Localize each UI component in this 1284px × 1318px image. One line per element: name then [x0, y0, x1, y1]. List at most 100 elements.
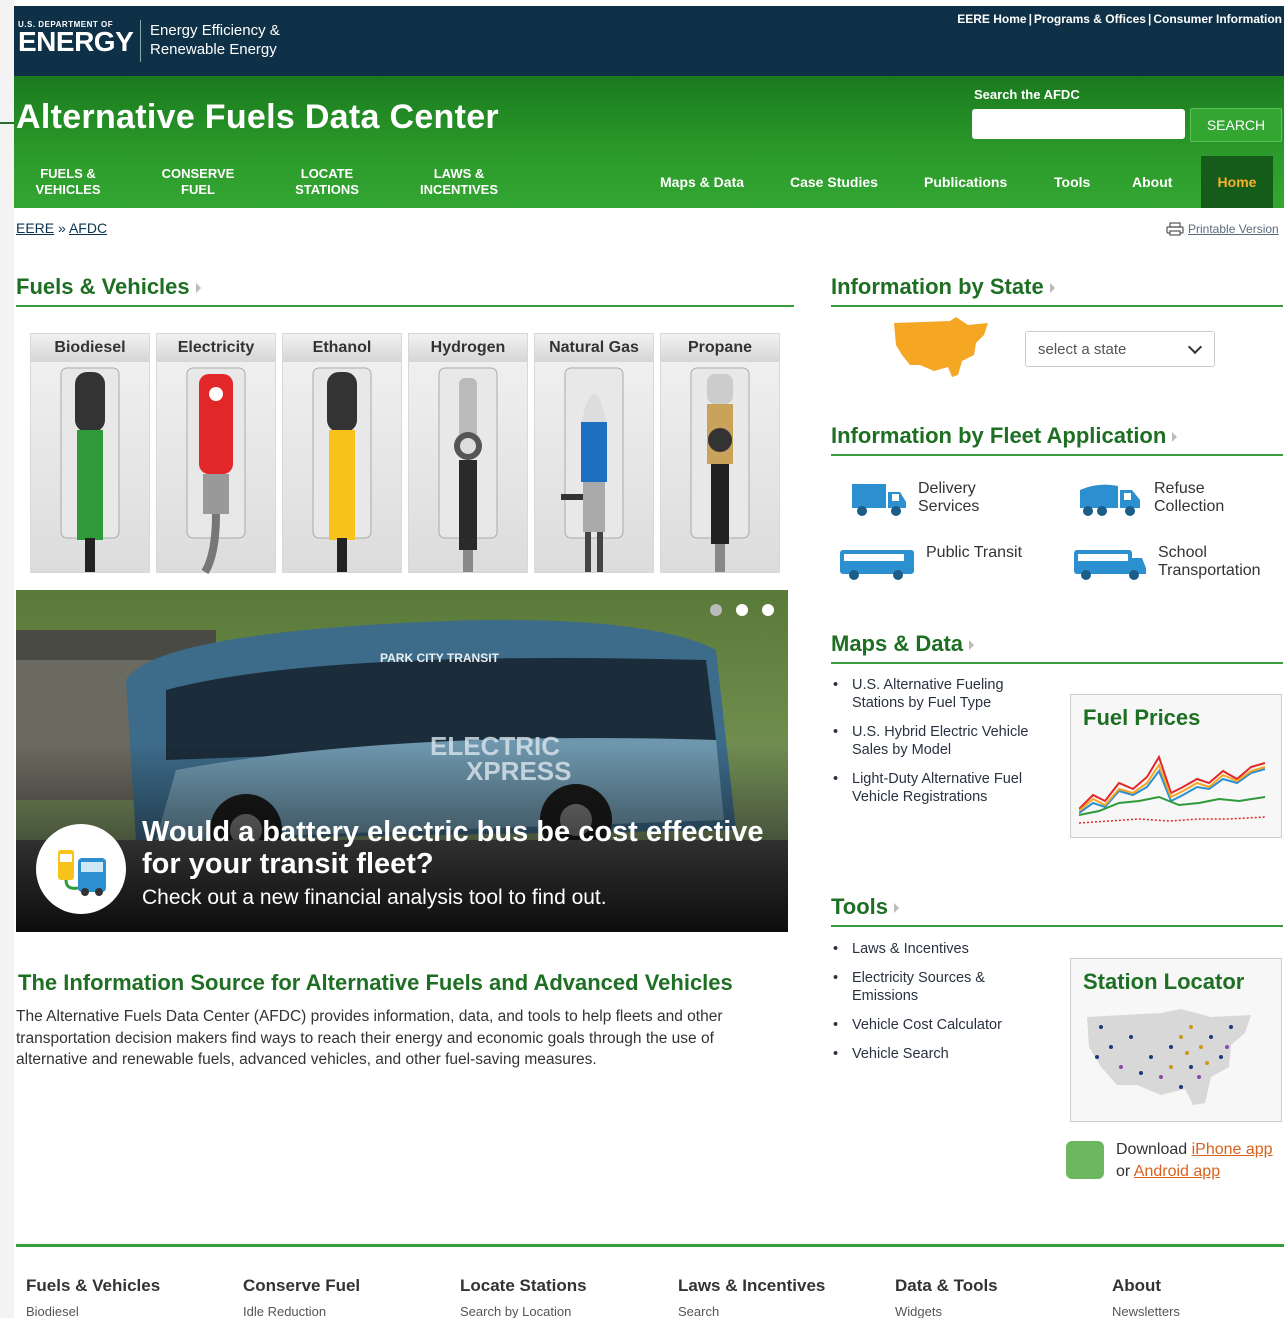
- doe-logo[interactable]: U.S. DEPARTMENT OF ENERGY: [18, 20, 134, 56]
- fuel-tile-natural-gas[interactable]: Natural Gas: [534, 333, 654, 573]
- footer-col-about: About Newsletters: [1112, 1276, 1180, 1318]
- ethanol-nozzle-icon: [312, 367, 372, 572]
- nav-locate-stations[interactable]: LOCATE STATIONS: [288, 166, 366, 198]
- footer-col-fuels-vehicles: Fuels & Vehicles Biodiesel: [26, 1276, 161, 1318]
- station-map-thumbnail: [1087, 1009, 1251, 1105]
- arrow-right-icon: [1172, 432, 1178, 443]
- electricity-plug-icon: [186, 367, 246, 574]
- hero-subtext: Check out a new financial analysis tool …: [142, 886, 607, 909]
- hydrogen-nozzle-icon: [438, 367, 498, 572]
- breadcrumb: EERE » AFDC: [16, 220, 107, 236]
- search-button[interactable]: SEARCH: [1190, 108, 1282, 142]
- list-item[interactable]: Laws & Incentives: [830, 940, 1060, 958]
- tools-heading[interactable]: Tools: [831, 894, 1283, 927]
- fleet-delivery-link[interactable]: Delivery Services: [850, 480, 979, 518]
- site-header: Alternative Fuels Data Center Search the…: [14, 76, 1284, 208]
- search-label: Search the AFDC: [974, 87, 1080, 102]
- school-bus-icon: [1074, 550, 1146, 580]
- printer-icon: [1166, 222, 1184, 236]
- nav-case-studies[interactable]: Case Studies: [790, 174, 878, 190]
- chevron-down-icon: [1187, 339, 1203, 355]
- us-map-icon[interactable]: [890, 315, 994, 383]
- hero-carousel[interactable]: PARK CITY TRANSIT ELECTRIC XPRESS Would …: [16, 590, 788, 932]
- nav-publications[interactable]: Publications: [924, 174, 1007, 190]
- consumer-info-link[interactable]: Consumer Information: [1153, 12, 1282, 26]
- station-locator-card[interactable]: Station Locator: [1070, 958, 1282, 1122]
- eere-home-link[interactable]: EERE Home: [957, 12, 1026, 26]
- station-locator-app-icon[interactable]: [1066, 1141, 1104, 1179]
- bus-charger-icon: [36, 824, 126, 914]
- electric-bus-photo: PARK CITY TRANSIT ELECTRIC XPRESS: [16, 590, 788, 932]
- footer-col-data-tools: Data & Tools Widgets: [895, 1276, 998, 1318]
- arrow-right-icon: [969, 640, 975, 651]
- hero-headline[interactable]: Would a battery electric bus be cost eff…: [142, 816, 764, 880]
- maps-data-heading[interactable]: Maps & Data: [831, 631, 1283, 664]
- fuel-prices-thumbnail: [1079, 754, 1266, 824]
- programs-offices-link[interactable]: Programs & Offices: [1034, 12, 1146, 26]
- breadcrumb-afdc[interactable]: AFDC: [69, 220, 107, 236]
- nav-home[interactable]: Home: [1201, 156, 1273, 208]
- breadcrumb-separator: »: [58, 220, 66, 236]
- list-item[interactable]: Vehicle Search: [830, 1045, 1060, 1063]
- intro-heading: The Information Source for Alternative F…: [18, 970, 733, 995]
- fleet-public-transit-link[interactable]: Public Transit: [838, 544, 1022, 582]
- footer-col-locate-stations: Locate Stations Search by Location: [460, 1276, 587, 1318]
- info-by-state-heading[interactable]: Information by State: [831, 274, 1283, 307]
- list-item[interactable]: Light-Duty Alternative FuelVehicle Regis…: [830, 770, 1060, 806]
- intro-paragraph: The Alternative Fuels Data Center (AFDC)…: [16, 1008, 723, 1068]
- nav-conserve-fuel[interactable]: CONSERVE FUEL: [154, 166, 242, 198]
- biodiesel-nozzle-icon: [60, 367, 120, 572]
- eere-logo[interactable]: Energy Efficiency & Renewable Energy: [150, 21, 280, 59]
- fleet-refuse-link[interactable]: Refuse Collection: [1078, 480, 1224, 518]
- arrow-right-icon: [894, 903, 900, 914]
- fuel-tile-biodiesel[interactable]: Biodiesel: [30, 333, 150, 573]
- bus-brand-text: PARK CITY TRANSIT: [380, 651, 500, 665]
- agency-bar: U.S. DEPARTMENT OF ENERGY Energy Efficie…: [14, 6, 1284, 76]
- logo-divider: [140, 20, 141, 62]
- nav-maps-data[interactable]: Maps & Data: [660, 174, 744, 190]
- nav-about[interactable]: About: [1132, 174, 1172, 190]
- list-item[interactable]: Vehicle Cost Calculator: [830, 1016, 1060, 1034]
- carousel-dots: [710, 604, 774, 616]
- android-app-link[interactable]: Android app: [1134, 1163, 1220, 1180]
- delivery-truck-icon: [852, 484, 906, 516]
- transit-bus-icon: [840, 550, 914, 580]
- search-input[interactable]: [972, 109, 1185, 139]
- fuel-prices-card[interactable]: Fuel Prices: [1070, 694, 1282, 838]
- site-title[interactable]: Alternative Fuels Data Center: [16, 98, 499, 137]
- state-select[interactable]: select a state: [1025, 331, 1215, 367]
- tools-links: Laws & Incentives Electricity Sources &E…: [830, 940, 1060, 1074]
- fuel-tile-electricity[interactable]: Electricity: [156, 333, 276, 574]
- footer-divider: [16, 1244, 1284, 1247]
- printable-version-link[interactable]: Printable Version: [1166, 222, 1279, 236]
- fleet-school-transportation-link[interactable]: School Transportation: [1072, 544, 1261, 582]
- list-item[interactable]: U.S. Alternative FuelingStations by Fuel…: [830, 676, 1060, 712]
- arrow-right-icon: [1049, 283, 1055, 294]
- propane-nozzle-icon: [690, 367, 750, 572]
- carousel-dot-3[interactable]: [762, 604, 774, 616]
- nav-tools[interactable]: Tools: [1054, 174, 1090, 190]
- utility-links: EERE Home | Programs & Offices | Consumer In…: [957, 12, 1282, 26]
- list-item[interactable]: U.S. Hybrid Electric VehicleSales by Mod…: [830, 723, 1060, 759]
- natural-gas-nozzle-icon: [561, 367, 624, 572]
- page: U.S. DEPARTMENT OF ENERGY Energy Efficie…: [14, 6, 1284, 1318]
- breadcrumb-eere[interactable]: EERE: [16, 220, 54, 236]
- carousel-dot-1[interactable]: [710, 604, 722, 616]
- fuel-tile-propane[interactable]: Propane: [660, 333, 780, 573]
- iphone-app-link[interactable]: iPhone app: [1192, 1141, 1273, 1158]
- nav-laws-incentives[interactable]: LAWS & INCENTIVES: [412, 166, 506, 198]
- fuel-tile-ethanol[interactable]: Ethanol: [282, 333, 402, 573]
- nav-fuels-vehicles[interactable]: FUELS & VEHICLES: [30, 166, 106, 198]
- maps-data-links: U.S. Alternative FuelingStations by Fuel…: [830, 676, 1060, 817]
- footer-col-laws-incentives: Laws & Incentives Search: [678, 1276, 826, 1318]
- mobile-app-links: Download iPhone app or Android app: [1116, 1141, 1273, 1180]
- footer-col-conserve-fuel: Conserve Fuel Idle Reduction: [243, 1276, 361, 1318]
- carousel-dot-2[interactable]: [736, 604, 748, 616]
- bus-name-text-2: XPRESS: [466, 756, 572, 786]
- fleet-application-heading[interactable]: Information by Fleet Application: [831, 423, 1283, 456]
- fuels-vehicles-heading[interactable]: Fuels & Vehicles: [16, 274, 794, 307]
- page-margin: [0, 0, 14, 1318]
- list-item[interactable]: Electricity Sources &Emissions: [830, 969, 1060, 1005]
- arrow-right-icon: [195, 283, 201, 294]
- fuel-tile-hydrogen[interactable]: Hydrogen: [408, 333, 528, 573]
